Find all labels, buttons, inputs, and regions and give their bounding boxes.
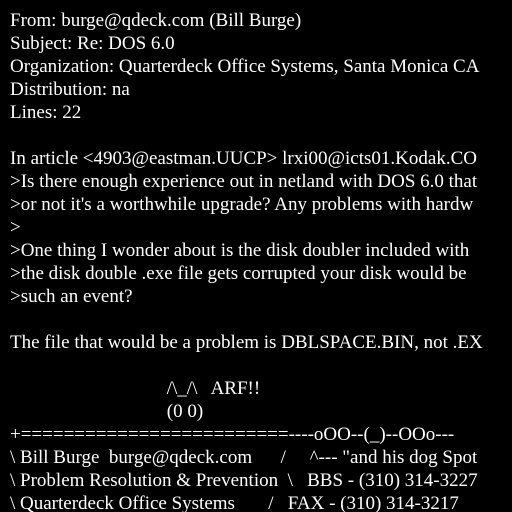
header-from: From: burge@qdeck.com (Bill Burge) xyxy=(10,10,302,31)
message-body: From: burge@qdeck.com (Bill Burge) Subje… xyxy=(10,9,512,512)
reply-line: The file that would be a problem is DBLS… xyxy=(10,332,483,353)
quoted-line: >the disk double .exe file gets corrupte… xyxy=(10,263,467,284)
quoted-line: >One thing I wonder about is the disk do… xyxy=(10,240,470,261)
signature-divider: +=========================----oOO--(_)--… xyxy=(10,424,455,445)
attribution-line: In article <4903@eastman.UUCP> lrxi00@ic… xyxy=(10,148,477,169)
quoted-line: >Is there enough experience out in netla… xyxy=(10,171,478,192)
signature-line: \ Problem Resolution & Prevention \ BBS … xyxy=(10,470,478,491)
header-subject: Subject: Re: DOS 6.0 xyxy=(10,33,175,54)
quoted-line: >or not it's a worthwhile upgrade? Any p… xyxy=(10,194,474,215)
signature-line: \ Bill Burge burge@qdeck.com / ^--- "and… xyxy=(10,447,478,468)
quoted-line: >such an event? xyxy=(10,286,133,307)
signature-art-line: /\_/\ ARF!! xyxy=(10,378,261,399)
header-organization: Organization: Quarterdeck Office Systems… xyxy=(10,56,480,77)
signature-art-line: (0 0) xyxy=(10,401,204,422)
quoted-line: > xyxy=(10,217,21,238)
signature-line: \ Quarterdeck Office Systems / FAX - (31… xyxy=(10,493,459,512)
header-distribution: Distribution: na xyxy=(10,79,130,100)
header-lines: Lines: 22 xyxy=(10,102,82,123)
